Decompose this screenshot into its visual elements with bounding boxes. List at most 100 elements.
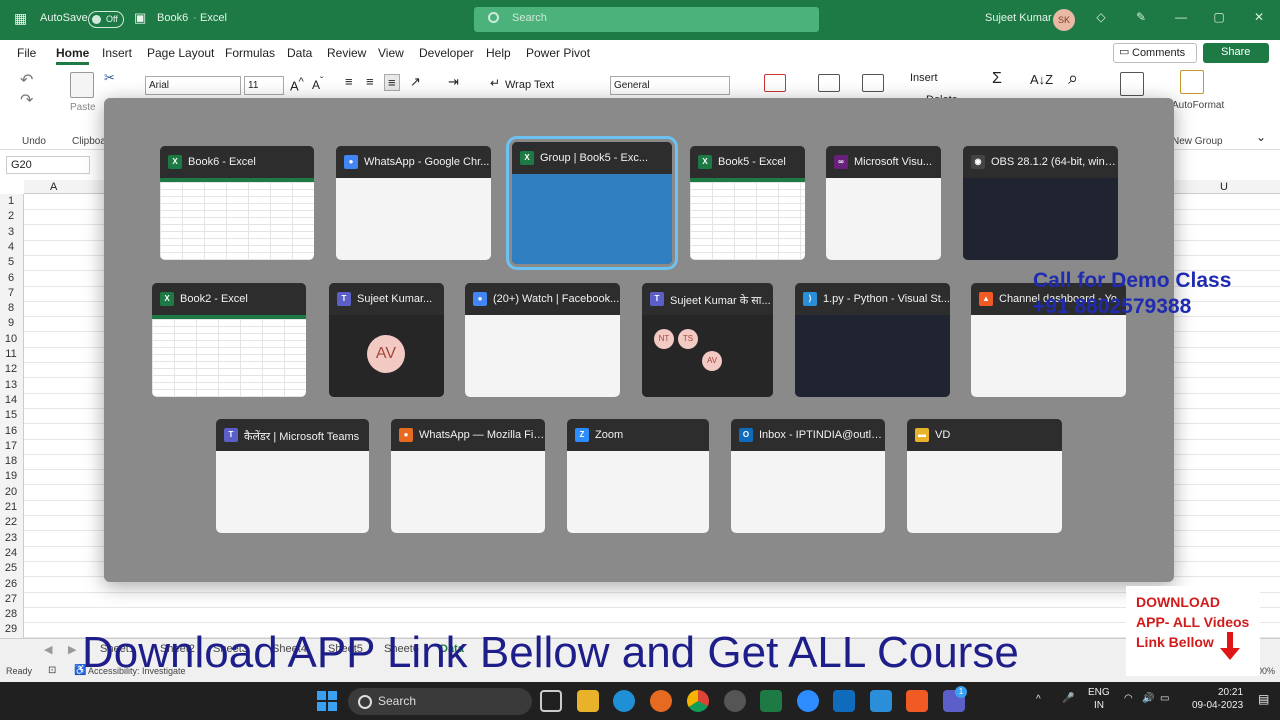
wrap-text-button[interactable]: Wrap Text — [505, 79, 554, 91]
pen-icon[interactable]: ✎ — [1132, 10, 1150, 28]
row-number[interactable]: 12 — [0, 363, 22, 375]
align-top-icon[interactable]: ≡ — [345, 74, 353, 89]
autoformat-icon[interactable] — [1180, 70, 1204, 94]
row-number[interactable]: 25 — [0, 562, 22, 574]
window-thumbnail[interactable]: Book6 - Excel X — [160, 146, 314, 260]
window-thumbnail[interactable]: WhatsApp — Mozilla Fir... ● — [391, 419, 545, 533]
window-thumbnail[interactable]: Book5 - Excel X — [690, 146, 805, 260]
menu-review[interactable]: Review — [327, 46, 366, 60]
chrome-icon[interactable] — [687, 690, 709, 712]
row-number[interactable]: 20 — [0, 486, 22, 498]
obs-icon[interactable] — [724, 690, 746, 712]
next-sheet-icon[interactable]: ▶ — [68, 643, 76, 656]
tray-chevron-icon[interactable]: ^ — [1036, 694, 1041, 705]
row-number[interactable]: 2 — [0, 210, 22, 222]
conditional-format-icon[interactable] — [764, 74, 786, 92]
menu-formulas[interactable]: Formulas — [225, 46, 275, 60]
menu-file[interactable]: File — [17, 46, 36, 60]
align-bottom-icon[interactable]: ≡ — [384, 74, 400, 91]
row-number[interactable]: 29 — [0, 623, 22, 635]
menu-insert[interactable]: Insert — [102, 46, 132, 60]
close-icon[interactable]: ✕ — [1250, 10, 1268, 28]
autosum-icon[interactable]: Σ — [992, 70, 1002, 88]
orientation-icon[interactable]: ↗ — [410, 74, 421, 90]
redo-icon[interactable]: ↷ — [20, 90, 33, 110]
wifi-icon[interactable]: ◠ — [1124, 693, 1133, 704]
paste-icon[interactable] — [70, 72, 94, 98]
share-button[interactable]: Share — [1203, 43, 1269, 63]
indent-icon[interactable]: ⇥ — [448, 74, 459, 90]
row-number[interactable]: 22 — [0, 516, 22, 528]
menu-data[interactable]: Data — [287, 46, 312, 60]
window-thumbnail[interactable]: Inbox - IPTINDIA@outlo... O — [731, 419, 885, 533]
row-number[interactable]: 7 — [0, 287, 22, 299]
window-thumbnail[interactable]: कैलेंडर | Microsoft Teams T — [216, 419, 369, 533]
column-u[interactable]: U — [1220, 181, 1228, 193]
window-thumbnail[interactable]: Sujeet Kumar के सा... T NT TS AV — [642, 283, 773, 397]
shrink-font-icon[interactable]: Aˇ — [312, 76, 323, 92]
row-number[interactable]: 26 — [0, 578, 22, 590]
row-number[interactable]: 3 — [0, 226, 22, 238]
row-number[interactable]: 21 — [0, 501, 22, 513]
find-select-icon[interactable]: ⌕ — [1068, 68, 1078, 89]
vscode-icon[interactable] — [870, 690, 892, 712]
row-number[interactable]: 14 — [0, 394, 22, 406]
name-box[interactable]: G20 — [6, 156, 90, 174]
volume-icon[interactable]: 🔊 — [1142, 693, 1154, 704]
window-thumbnail[interactable]: WhatsApp - Google Chr... ● — [336, 146, 491, 260]
zoom-taskbar-icon[interactable] — [797, 690, 819, 712]
column-a[interactable]: A — [50, 181, 57, 193]
menu-help[interactable]: Help — [486, 46, 511, 60]
menu-power-pivot[interactable]: Power Pivot — [526, 46, 590, 60]
row-number[interactable]: 24 — [0, 547, 22, 559]
wrap-text-icon[interactable]: ↵ — [490, 76, 500, 90]
row-number[interactable]: 8 — [0, 302, 22, 314]
file-explorer-icon[interactable] — [577, 690, 599, 712]
autoformat-label[interactable]: AutoFormat — [1172, 100, 1224, 111]
window-thumbnail[interactable]: Sujeet Kumar... T AV — [329, 283, 444, 397]
notifications-icon[interactable]: ▤ — [1258, 692, 1269, 706]
diamond-icon[interactable]: ◇ — [1092, 10, 1110, 28]
row-number[interactable]: 9 — [0, 317, 22, 329]
row-number[interactable]: 17 — [0, 440, 22, 452]
row-number[interactable]: 16 — [0, 425, 22, 437]
row-number[interactable]: 27 — [0, 593, 22, 605]
window-thumbnail[interactable]: VD ▬ — [907, 419, 1062, 533]
macro-icon[interactable]: ⊡ — [48, 665, 56, 676]
analyze-icon[interactable] — [1120, 72, 1144, 96]
number-format-select[interactable]: General — [610, 76, 730, 95]
avatar[interactable]: SK — [1053, 9, 1075, 31]
window-thumbnail[interactable]: Microsoft Visu... ∞ — [826, 146, 941, 260]
row-number[interactable]: 5 — [0, 256, 22, 268]
row-number[interactable]: 1 — [0, 195, 22, 207]
menu-view[interactable]: View — [378, 46, 404, 60]
prev-sheet-icon[interactable]: ◀ — [44, 643, 52, 656]
row-number[interactable]: 28 — [0, 608, 22, 620]
row-number[interactable]: 23 — [0, 532, 22, 544]
cut-icon[interactable]: ✂ — [104, 70, 115, 86]
window-thumbnail[interactable]: Zoom Z — [567, 419, 709, 533]
window-thumbnail[interactable]: (20+) Watch | Facebook... ● — [465, 283, 620, 397]
sort-filter-icon[interactable]: A↓Z — [1030, 72, 1053, 87]
row-number[interactable]: 18 — [0, 455, 22, 467]
cell-styles-icon[interactable] — [862, 74, 884, 92]
microphone-icon[interactable]: 🎤 — [1062, 693, 1074, 704]
row-number[interactable]: 19 — [0, 470, 22, 482]
clock-time[interactable]: 20:21 — [1218, 687, 1243, 698]
battery-icon[interactable]: ▭ — [1160, 693, 1169, 704]
save-icon[interactable]: ▣ — [134, 10, 146, 26]
insert-cells-button[interactable]: Insert — [910, 72, 938, 84]
collapse-ribbon-icon[interactable]: ⌄ — [1256, 130, 1266, 144]
menu-home[interactable]: Home — [56, 46, 90, 65]
window-thumbnail[interactable]: Group | Book5 - Exc... X — [506, 136, 678, 270]
row-number[interactable]: 11 — [0, 348, 22, 360]
start-icon[interactable] — [316, 690, 338, 712]
task-view-icon[interactable] — [540, 690, 562, 712]
undo-icon[interactable]: ↶ — [20, 70, 33, 90]
format-table-icon[interactable] — [818, 74, 840, 92]
menu-developer[interactable]: Developer — [419, 46, 474, 60]
autosave-toggle[interactable]: Off — [88, 11, 124, 28]
excel-taskbar-icon[interactable] — [760, 690, 782, 712]
firefox-icon[interactable] — [650, 690, 672, 712]
menu-page-layout[interactable]: Page Layout — [147, 46, 214, 60]
